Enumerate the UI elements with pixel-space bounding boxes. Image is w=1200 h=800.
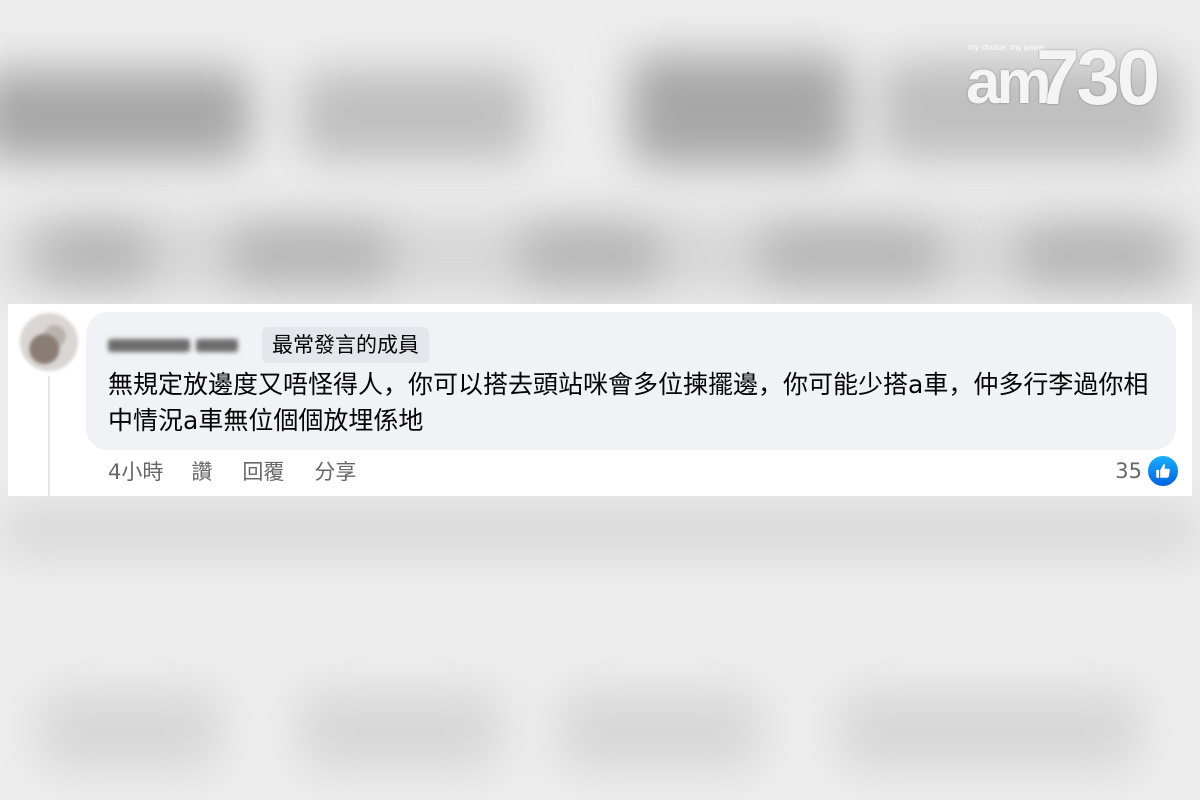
comment-bubble: 最常發言的成員 無規定放邊度又唔怪得人，你可以搭去頭站咪會多位揀擺邊，你可能少搭…	[86, 312, 1176, 450]
thread-line	[48, 376, 50, 496]
am730-logo: my choice. my paper am 730	[966, 38, 1160, 116]
avatar[interactable]	[20, 313, 78, 371]
like-button[interactable]: 讚	[191, 456, 212, 486]
share-button[interactable]: 分享	[314, 456, 356, 486]
comment-actions: 4小時 讚 回覆 分享	[108, 456, 386, 486]
author-name-blurred[interactable]	[108, 337, 248, 353]
logo-730: 730	[1036, 33, 1160, 121]
reaction-summary[interactable]: 35	[1115, 454, 1180, 488]
top-contributor-badge[interactable]: 最常發言的成員	[262, 327, 429, 363]
comment-text: 無規定放邊度又唔怪得人，你可以搭去頭站咪會多位揀擺邊，你可能少搭a車，仲多行李過…	[108, 370, 1149, 435]
thumbs-up-icon	[1146, 454, 1180, 488]
comment-timestamp[interactable]: 4小時	[108, 456, 163, 486]
comment-card: 最常發言的成員 無規定放邊度又唔怪得人，你可以搭去頭站咪會多位揀擺邊，你可能少搭…	[8, 304, 1192, 496]
reply-button[interactable]: 回覆	[242, 456, 284, 486]
reaction-count: 35	[1115, 459, 1142, 483]
